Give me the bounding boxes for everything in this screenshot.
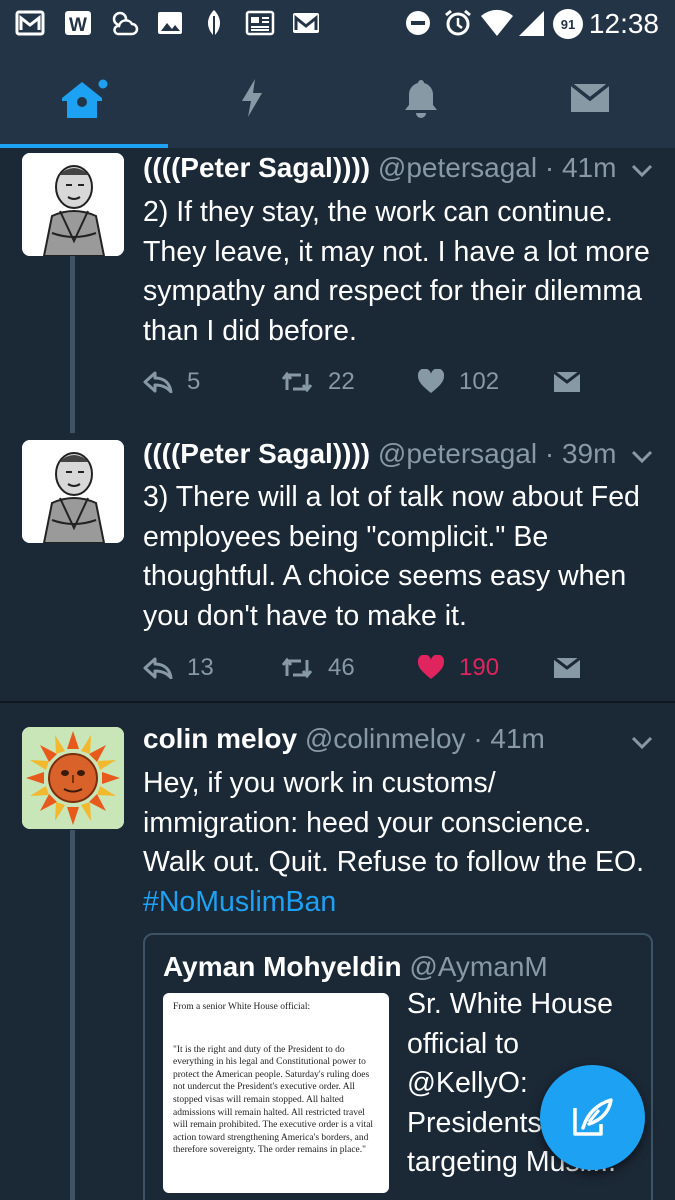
gmail-icon	[293, 13, 319, 33]
timestamp: · 41m	[544, 152, 617, 183]
reply-icon	[143, 657, 173, 679]
tweet-text: Hey, if you work in customs/ immigration…	[143, 764, 658, 922]
tweet-divider	[0, 701, 675, 703]
like-button[interactable]: 102	[417, 362, 499, 402]
username[interactable]: @colinmeloy	[305, 723, 466, 754]
thread-line	[70, 830, 75, 1200]
reply-button[interactable]: 13	[143, 648, 214, 688]
caricature-avatar-icon	[22, 440, 124, 543]
thread-line	[70, 255, 75, 433]
display-name[interactable]: ((((Peter Sagal))))	[143, 438, 370, 469]
quoted-display-name: Ayman Mohyeldin	[163, 951, 402, 982]
tab-notifications[interactable]	[337, 48, 505, 148]
hashtag-link[interactable]: #NoMuslimBan	[143, 886, 336, 918]
retweet-count: 46	[328, 654, 355, 681]
wifi-icon	[481, 9, 513, 37]
weather-icon	[112, 11, 139, 36]
timestamp: · 39m	[544, 438, 617, 469]
tweet-header: ((((Peter Sagal)))) @petersagal · 39m	[143, 438, 616, 470]
retweet-icon	[281, 657, 313, 679]
battery-icon: 91	[553, 9, 583, 39]
reply-count: 5	[187, 368, 201, 395]
tab-bar	[0, 48, 675, 148]
leaf-icon	[208, 10, 220, 36]
tweet-actions: 5 22 102	[143, 362, 593, 402]
inbox-notification-icon	[15, 10, 45, 36]
caricature-avatar-icon	[22, 153, 124, 256]
lightning-icon	[242, 79, 262, 117]
image-icon	[158, 12, 182, 34]
tweet-text: 3) There will a lot of talk now about Fe…	[143, 481, 640, 632]
direct-message-button[interactable]	[553, 362, 595, 402]
svg-text:W: W	[69, 15, 87, 36]
chevron-down-icon[interactable]	[631, 736, 653, 750]
tweet-header: ((((Peter Sagal)))) @petersagal · 41m	[143, 152, 616, 184]
chevron-down-icon[interactable]	[631, 164, 653, 178]
retweet-button[interactable]: 22	[280, 362, 355, 402]
home-icon	[62, 79, 108, 118]
quoted-image[interactable]: From a senior White House official: "It …	[163, 993, 389, 1193]
clock: 12:38	[588, 8, 659, 39]
heart-icon	[417, 369, 445, 393]
avatar-colinmeloy[interactable]	[22, 727, 124, 829]
avatar-petersagal[interactable]	[22, 440, 124, 543]
tweet-actions: 13 46 190	[143, 648, 593, 688]
reply-button[interactable]: 5	[143, 362, 200, 402]
bell-icon	[405, 80, 437, 118]
quoted-image-text: "It is the right and duty of the Preside…	[173, 1044, 374, 1156]
reply-count: 13	[187, 654, 214, 681]
compose-icon	[572, 1097, 613, 1136]
retweet-icon	[281, 371, 313, 393]
word-app-icon: W	[65, 11, 91, 36]
direct-message-button[interactable]	[553, 648, 595, 688]
display-name[interactable]: colin meloy	[143, 723, 297, 754]
username[interactable]: @petersagal	[378, 438, 537, 469]
alarm-icon	[445, 9, 471, 36]
tweet-header: colin meloy @colinmeloy · 41m	[143, 723, 545, 755]
signal-icon	[519, 11, 544, 36]
quoted-image-header: From a senior White House official:	[173, 1002, 311, 1012]
active-tab-indicator	[0, 144, 168, 148]
news-icon	[245, 10, 275, 36]
tab-moments[interactable]	[168, 48, 336, 148]
like-button[interactable]: 190	[417, 648, 499, 688]
retweet-count: 22	[328, 368, 355, 395]
reply-icon	[143, 371, 173, 393]
like-count: 102	[459, 368, 500, 395]
avatar-petersagal[interactable]	[22, 153, 124, 256]
quoted-tweet-header: Ayman Mohyeldin @AymanM	[163, 951, 548, 983]
do-not-disturb-icon	[406, 11, 430, 35]
username[interactable]: @petersagal	[378, 152, 537, 183]
quoted-username: @AymanM	[409, 951, 548, 982]
tweet-text: 2) If they stay, the work can continue. …	[143, 196, 650, 347]
envelope-icon	[553, 371, 581, 392]
chevron-down-icon[interactable]	[631, 450, 653, 464]
status-bar: W 91 12:38	[0, 0, 675, 48]
display-name[interactable]: ((((Peter Sagal))))	[143, 152, 370, 183]
like-count: 190	[459, 654, 500, 681]
heart-icon	[417, 655, 445, 679]
compose-tweet-button[interactable]	[540, 1065, 645, 1170]
tab-messages[interactable]	[506, 48, 674, 148]
sun-avatar-icon	[22, 727, 124, 829]
retweet-button[interactable]: 46	[280, 648, 355, 688]
envelope-icon	[569, 82, 611, 112]
tweet-text-content: Hey, if you work in customs/ immigration…	[143, 767, 645, 878]
tab-home[interactable]	[0, 48, 168, 148]
envelope-icon	[553, 657, 581, 678]
timestamp: · 41m	[473, 723, 545, 754]
